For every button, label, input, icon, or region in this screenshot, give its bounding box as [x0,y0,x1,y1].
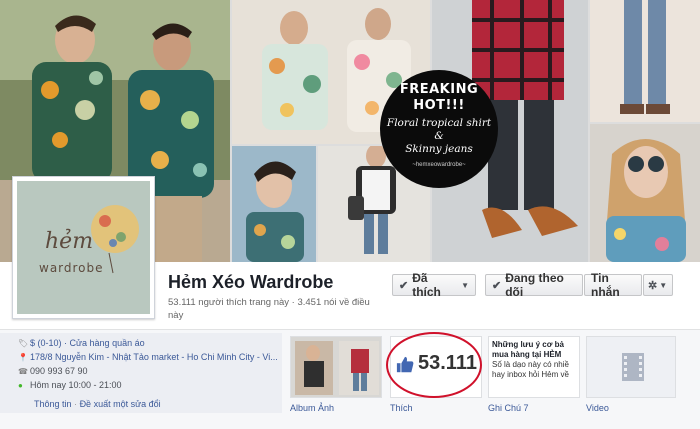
photos-thumbnail [291,337,381,397]
about-separator: · [74,399,78,409]
cover-photo-tile-portrait [232,146,316,262]
profile-picture[interactable]: hẻm wardrobe [12,176,155,319]
page-title[interactable]: Hẻm Xéo Wardrobe [168,272,333,293]
notes-app-label[interactable]: Ghi Chú 7 [488,403,529,413]
promo-handle: ~hemxeowardrobe~ [412,162,466,168]
notes-count: 7 [523,403,529,413]
photos-app-label[interactable]: Album Ảnh [290,403,334,413]
video-app-tile[interactable] [586,336,676,398]
about-info-link[interactable]: Thông tin [34,399,72,409]
logo-brand-text: hẻm [45,229,94,254]
cover-photo-tile-woman [590,124,700,262]
following-label: Đang theo dõi [505,271,564,299]
message-button[interactable]: Tin nhắn [584,271,642,299]
facebook-page: FREAKING HOT!!! Floral tropical shirt & … [0,0,700,429]
promo-headline-1: FREAKING [399,82,479,97]
promo-line-1: Floral tropical shirt [386,117,492,129]
settings-button[interactable]: ✲ ▼ [643,274,673,296]
film-icon [622,353,644,381]
gear-icon: ✲ [648,279,658,292]
about-links: Thông tin · Đề xuất một sửa đổi [34,399,161,409]
cover-photo-tile-skinny [590,0,700,122]
notes-preview-body: Số là dạo này có nhiề hay inbox hỏi Hẻm … [492,360,569,379]
following-button[interactable]: ✔ Đang theo dõi [485,271,583,299]
photos-app-tile[interactable] [290,336,382,398]
liked-button[interactable]: ✔ Đã thích ▼ [392,271,476,299]
promo-line-3: Skinny jeans [405,143,473,155]
likes-app-label[interactable]: Thích [390,403,413,413]
page-stats: 53.111 người thích trang này · 3.451 nói… [168,297,370,321]
chevron-down-icon: ▼ [461,280,469,290]
check-icon: ✔ [399,279,409,292]
map-pin-icon: 📍 [18,353,28,362]
promo-badge: FREAKING HOT!!! Floral tropical shirt & … [380,70,498,188]
video-app-label[interactable]: Video [586,403,609,413]
open-status-icon: ● [18,381,23,390]
promo-headline-2: HOT!!! [413,98,465,113]
about-category[interactable]: 🏷 $ (0-10) · Cửa hàng quần áo [18,338,145,348]
suggest-edit-link[interactable]: Đề xuất một sửa đổi [80,399,161,409]
chevron-down-icon: ▼ [659,280,668,290]
logo-sub-text: wardrobe [39,261,104,275]
about-address[interactable]: 📍 178/8 Nguyễn Kim - Nhật Tảo market - Ho… [18,352,278,362]
tag-icon: 🏷 [18,339,29,348]
about-phone: ☎ 090 993 67 90 [18,366,88,376]
profile-logo: hẻm wardrobe [17,181,150,314]
promo-line-2: & [434,130,444,142]
message-label: Tin nhắn [591,271,620,299]
notes-preview: Những lưu ý cơ bả mua hàng tại HẺM Số là… [492,340,578,396]
notes-preview-title: Những lưu ý cơ bả mua hàng tại HẺM [492,340,564,359]
highlight-circle-annotation [386,332,482,398]
liked-label: Đã thích [412,271,441,299]
phone-icon: ☎ [18,367,28,376]
about-hours[interactable]: ● Hôm nay 10:00 - 21:00 [18,380,122,390]
check-icon: ✔ [492,279,502,292]
